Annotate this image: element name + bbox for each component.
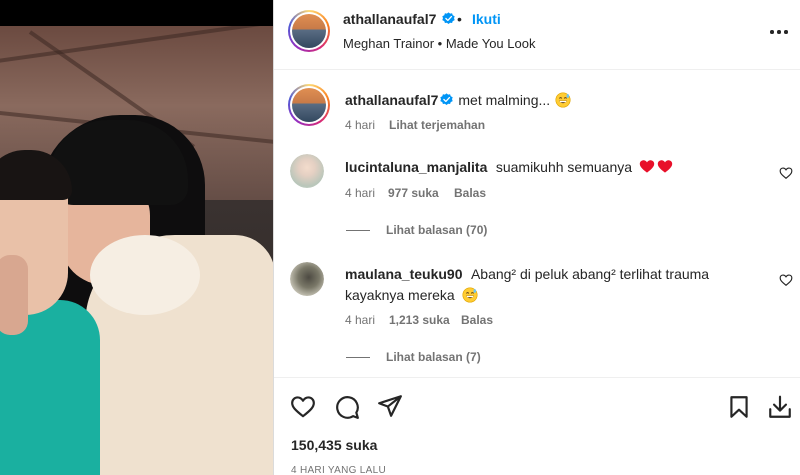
download-icon[interactable] bbox=[767, 394, 793, 420]
comment-time[interactable]: 4 hari bbox=[345, 313, 375, 327]
author-username[interactable]: athallanaufal7 bbox=[343, 11, 455, 27]
grinning-sweat-emoji-icon bbox=[555, 92, 571, 108]
post-panel: athallanaufal7 • Ikuti Meghan Trainor • … bbox=[274, 0, 800, 475]
reply-button[interactable]: Balas bbox=[454, 186, 486, 200]
post-timestamp: 4 HARI YANG LALU bbox=[291, 465, 387, 475]
comment-line: maulana_teuku90 Abang² di peluk abang² t… bbox=[345, 266, 709, 284]
comment-line: lucintaluna_manjalita suamikuhh semuanya bbox=[345, 159, 673, 177]
like-comment-icon[interactable] bbox=[779, 273, 793, 287]
caption-time[interactable]: 4 hari bbox=[345, 118, 375, 132]
more-options-icon[interactable] bbox=[768, 24, 790, 38]
view-replies-text: Lihat balasan (7) bbox=[386, 350, 481, 364]
caption-line: athallanaufal7 met malming... bbox=[345, 92, 571, 110]
comment-item: lucintaluna_manjalita suamikuhh semuanya… bbox=[274, 154, 800, 244]
like-comment-icon[interactable] bbox=[779, 166, 793, 180]
comment-text-continued: kayaknya mereka bbox=[345, 287, 455, 303]
caption-avatar[interactable] bbox=[288, 84, 330, 126]
like-icon[interactable] bbox=[290, 394, 316, 420]
commenter-avatar[interactable] bbox=[290, 154, 324, 188]
verified-badge-icon bbox=[440, 93, 454, 106]
save-icon[interactable] bbox=[726, 394, 752, 420]
replies-line bbox=[346, 357, 370, 359]
post-header: athallanaufal7 • Ikuti Meghan Trainor • … bbox=[274, 0, 800, 70]
comment-username[interactable]: maulana_teuku90 bbox=[345, 266, 463, 282]
header-separator: • bbox=[457, 11, 462, 27]
media-top-bar bbox=[0, 0, 273, 26]
comment-text: Abang² di peluk abang² terlihat trauma bbox=[470, 266, 710, 282]
comment-like-count[interactable]: 1,213 suka bbox=[389, 313, 450, 327]
view-replies-text: Lihat balasan (70) bbox=[386, 223, 488, 237]
red-heart-emoji-icon bbox=[658, 160, 673, 173]
author-avatar[interactable] bbox=[288, 10, 330, 52]
view-replies-link[interactable]: Lihat balasan (7) bbox=[346, 350, 481, 364]
caption-row: athallanaufal7 met malming... 4 hari Lih… bbox=[274, 84, 800, 144]
post-like-count[interactable]: 150,435 suka bbox=[291, 437, 377, 453]
translate-link[interactable]: Lihat terjemahan bbox=[389, 118, 485, 132]
replies-line bbox=[346, 230, 370, 232]
comment-item: maulana_teuku90 Abang² di peluk abang² t… bbox=[274, 262, 800, 364]
caption-username[interactable]: athallanaufal7 bbox=[345, 92, 438, 108]
caption-text: met malming... bbox=[458, 92, 551, 108]
reply-button[interactable]: Balas bbox=[461, 313, 493, 327]
grinning-sweat-emoji-icon bbox=[462, 287, 478, 303]
media-person-hand bbox=[0, 255, 28, 335]
author-username-text: athallanaufal7 bbox=[343, 11, 437, 27]
comment-icon[interactable] bbox=[334, 394, 360, 420]
comment-username[interactable]: lucintaluna_manjalita bbox=[345, 159, 487, 175]
media-coat-fur bbox=[90, 235, 200, 315]
follow-button[interactable]: Ikuti bbox=[472, 11, 501, 27]
comment-time[interactable]: 4 hari bbox=[345, 186, 375, 200]
share-icon[interactable] bbox=[377, 393, 403, 419]
commenter-avatar[interactable] bbox=[290, 262, 324, 296]
view-replies-link[interactable]: Lihat balasan (70) bbox=[346, 223, 487, 237]
verified-badge-icon bbox=[442, 12, 455, 25]
audio-track-link[interactable]: Meghan Trainor • Made You Look bbox=[343, 36, 535, 51]
comment-like-count[interactable]: 977 suka bbox=[388, 186, 439, 200]
post-actions: 150,435 suka 4 HARI YANG LALU bbox=[274, 377, 800, 475]
post-media[interactable] bbox=[0, 0, 273, 475]
comment-line-2: kayaknya mereka bbox=[345, 287, 478, 305]
red-heart-emoji-icon bbox=[640, 160, 655, 173]
comment-text: suamikuhh semuanya bbox=[495, 159, 633, 175]
